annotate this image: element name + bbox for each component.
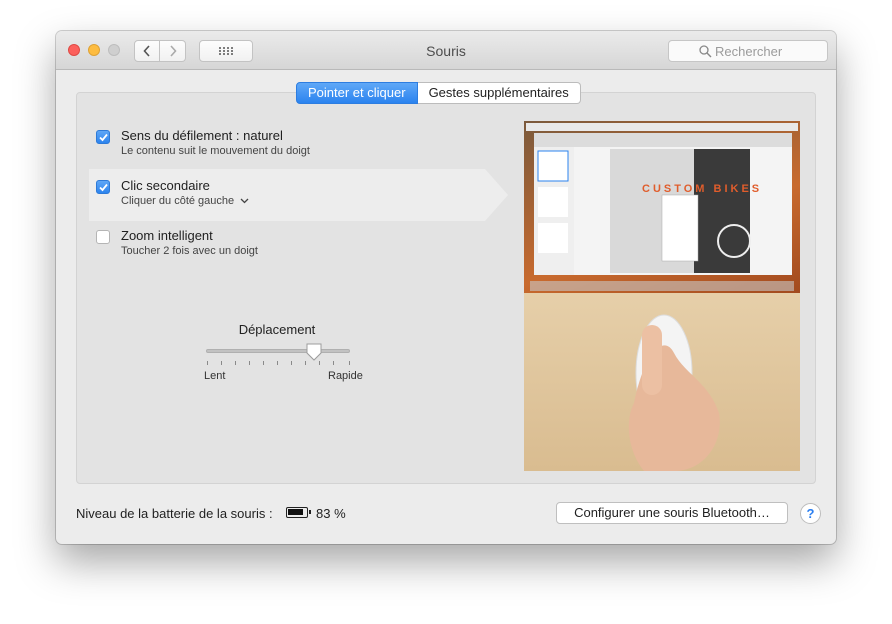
preview-screen-heading: CUSTOM BIKES <box>642 183 763 195</box>
tracking-speed-slider[interactable] <box>206 349 350 353</box>
option-sublabel: Toucher 2 fois avec un doigt <box>121 245 258 257</box>
slider-knob[interactable] <box>306 343 322 361</box>
slider-max-label: Rapide <box>328 370 363 382</box>
slider-tick <box>291 361 292 365</box>
slider-tick <box>221 361 222 365</box>
slider-tick <box>319 361 320 365</box>
checkmark-icon <box>99 183 108 192</box>
scroll-direction-checkbox[interactable] <box>96 130 110 144</box>
search-placeholder: Rechercher <box>715 44 783 59</box>
option-label: Clic secondaire <box>121 178 210 193</box>
tab-gestes-supplementaires[interactable]: Gestes supplémentaires <box>417 82 581 104</box>
preview-desktop-illustration <box>526 123 798 291</box>
option-label: Zoom intelligent <box>121 228 213 243</box>
hand-on-mouse-illustration <box>628 314 720 471</box>
checkmark-icon <box>99 133 108 142</box>
tab-bar: Pointer et cliquer Gestes supplémentaire… <box>296 82 581 104</box>
slider-tick <box>333 361 334 365</box>
secondary-click-value: Cliquer du côté gauche <box>121 195 235 207</box>
slider-tick <box>207 361 208 365</box>
battery-icon <box>286 507 311 518</box>
battery-nub <box>309 510 311 514</box>
slider-min-label: Lent <box>204 370 226 382</box>
slider-tick <box>263 361 264 365</box>
battery-level-label: Niveau de la batterie de la souris : <box>76 506 273 521</box>
preview-desk <box>524 293 800 471</box>
slider-tick <box>277 361 278 365</box>
preferences-window: Souris Rechercher Pointer et cliquer Ges… <box>56 31 836 544</box>
slider-tick <box>305 361 306 365</box>
slider-tick <box>235 361 236 365</box>
battery-percent: 83 % <box>316 506 346 521</box>
help-button[interactable]: ? <box>800 503 821 524</box>
setup-bluetooth-mouse-button[interactable]: Configurer une souris Bluetooth… <box>556 502 788 524</box>
search-input[interactable]: Rechercher <box>668 40 828 62</box>
slider-tick <box>349 361 350 365</box>
slider-tick <box>249 361 250 365</box>
secondary-click-dropdown[interactable]: Cliquer du côté gauche <box>121 195 249 207</box>
tab-pointer-et-cliquer[interactable]: Pointer et cliquer <box>296 82 418 104</box>
option-sublabel: Le contenu suit le mouvement du doigt <box>121 145 310 157</box>
battery-fill <box>288 509 303 515</box>
secondary-click-checkbox[interactable] <box>96 180 110 194</box>
search-icon <box>699 45 712 58</box>
smart-zoom-checkbox[interactable] <box>96 230 110 244</box>
tracking-speed-label: Déplacement <box>238 322 316 337</box>
preview-screen: CUSTOM BIKES <box>524 121 800 293</box>
option-label: Sens du défilement : naturel <box>121 128 283 143</box>
titlebar: Souris Rechercher <box>56 31 836 70</box>
chevron-down-icon <box>240 198 249 204</box>
gesture-preview-video: CUSTOM BIKES <box>524 121 800 471</box>
